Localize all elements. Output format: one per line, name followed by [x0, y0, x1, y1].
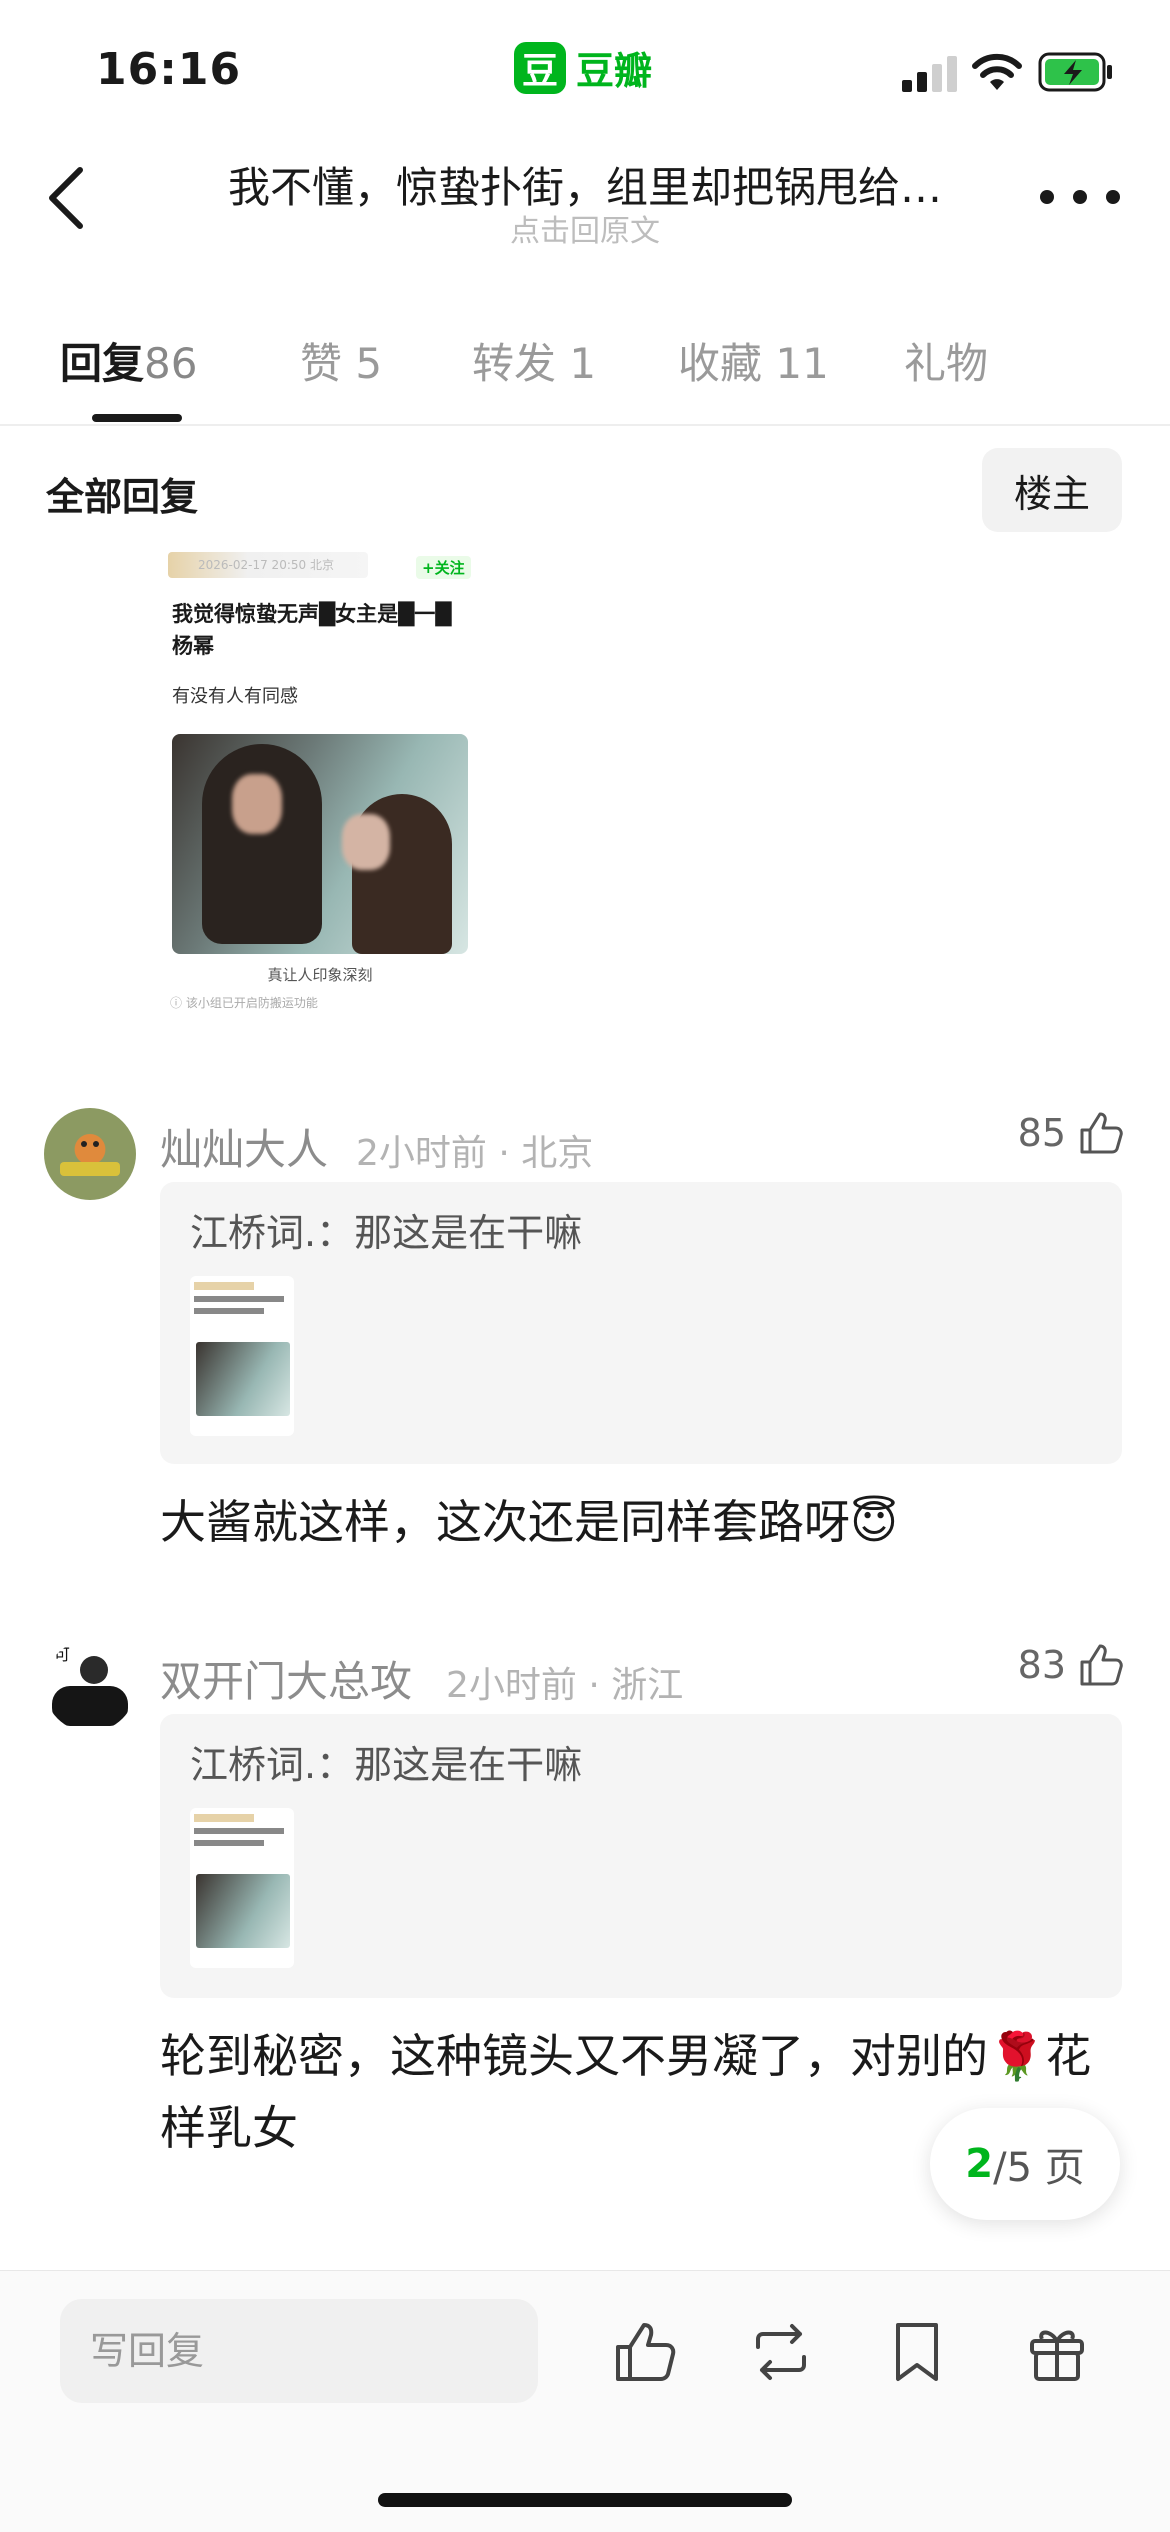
screenshot-footer: ⓘ 该小组已开启防搬运功能: [170, 996, 318, 1010]
tab-replies[interactable]: 回复86: [60, 330, 197, 391]
post-screenshot-image[interactable]: 2026-02-17 20:50 北京 +关注 我觉得惊蛰无声█女主是█一█杨幂…: [160, 544, 480, 1014]
tab-reposts[interactable]: 转发 1: [472, 330, 596, 391]
tab-label: 回复: [60, 339, 145, 388]
screenshot-caption: 真让人印象深刻: [267, 966, 373, 984]
bottom-action-bar: [0, 2270, 1170, 2532]
screenshot-title: 我觉得惊蛰无声█女主是█一█杨幂: [172, 602, 452, 658]
like-control[interactable]: 85: [1018, 1108, 1126, 1158]
thumbs-up-icon[interactable]: [1076, 1640, 1126, 1690]
tab-label: 礼物: [904, 339, 989, 388]
svg-text:可: 可: [54, 1645, 70, 1664]
home-indicator: [378, 2493, 792, 2507]
battery-charging-icon: [1038, 52, 1112, 92]
wifi-icon: [972, 53, 1022, 90]
owner-only-button[interactable]: 楼主: [982, 448, 1122, 532]
back-to-original-link[interactable]: 点击回原文: [190, 206, 980, 250]
all-replies-heading: 全部回复: [46, 475, 199, 519]
screenshot-meta: 2026-02-17 20:50 北京: [168, 552, 368, 578]
quoted-reply[interactable]: 江桥词.：那这是在干嘛: [160, 1182, 1122, 1464]
app-name: 豆瓣: [576, 49, 653, 93]
tab-count: 11: [775, 339, 829, 388]
active-tab-indicator: [92, 414, 182, 422]
comment-meta: 2小时前 · 北京: [356, 1133, 594, 1174]
screenshot-body: 有没有人有同感: [172, 686, 298, 707]
more-options-icon[interactable]: [1040, 182, 1120, 212]
quoted-image-thumbnail[interactable]: [190, 1276, 294, 1436]
app-badge: 豆 豆瓣: [514, 40, 652, 95]
repost-icon[interactable]: [746, 2317, 816, 2387]
quoted-text: 江桥词.：那这是在干嘛: [190, 1211, 583, 1255]
like-count: 85: [1017, 1111, 1066, 1155]
thumbs-up-icon[interactable]: [1076, 1108, 1126, 1158]
like-button-icon[interactable]: [610, 2317, 680, 2387]
comment-item: 灿灿大人 2小时前 · 北京 85 江桥词.：那这是在干嘛 大酱就这样，这次还是…: [0, 1108, 1170, 1568]
screenshot-follow-badge: +关注: [416, 556, 471, 579]
gift-icon[interactable]: [1022, 2317, 1092, 2387]
tab-count: 5: [355, 339, 383, 388]
tab-gifts[interactable]: 礼物: [904, 330, 988, 391]
like-count: 83: [1017, 1643, 1066, 1687]
quoted-text: 江桥词.：那这是在干嘛: [190, 1743, 583, 1787]
bookmark-icon[interactable]: [882, 2317, 952, 2387]
commenter-name[interactable]: 双开门大总攻: [160, 1648, 412, 1709]
status-time: 16:16: [96, 44, 242, 95]
comment-meta: 2小时前 · 浙江: [446, 1665, 684, 1706]
like-control[interactable]: 83: [1018, 1640, 1126, 1690]
top-nav: 我不懂，惊蛰扑街，组里却把锅甩给… 点击回原文: [0, 140, 1170, 260]
tab-count: 1: [569, 339, 597, 388]
comment-text: 大酱就这样，这次还是同样套路呀😇: [160, 1495, 898, 1549]
tab-label: 收藏: [678, 339, 763, 388]
avatar[interactable]: 可: [44, 1640, 136, 1732]
tab-label: 赞: [300, 339, 343, 388]
page-indicator[interactable]: 2/5 页: [930, 2108, 1120, 2220]
total-pages: /5 页: [993, 2145, 1085, 2191]
back-arrow-icon[interactable]: [40, 162, 100, 232]
commenter-name[interactable]: 灿灿大人: [160, 1116, 328, 1177]
cellular-signal-icon: [902, 56, 957, 92]
tab-likes[interactable]: 赞 5: [300, 330, 382, 391]
screenshot-photo: [172, 734, 468, 954]
tab-collections[interactable]: 收藏 11: [678, 330, 829, 391]
tab-label: 转发: [472, 339, 557, 388]
quoted-reply[interactable]: 江桥词.：那这是在干嘛: [160, 1714, 1122, 1998]
quoted-image-thumbnail[interactable]: [190, 1808, 294, 1968]
douban-logo-icon: 豆: [514, 41, 566, 94]
status-bar: 16:16 豆 豆瓣: [0, 0, 1170, 140]
reply-input[interactable]: [60, 2299, 538, 2403]
tab-bar: 回复86 赞 5 转发 1 收藏 11 礼物: [0, 300, 1170, 426]
avatar[interactable]: [44, 1108, 136, 1200]
current-page: 2: [965, 2141, 994, 2187]
tab-count: 86: [144, 339, 198, 388]
